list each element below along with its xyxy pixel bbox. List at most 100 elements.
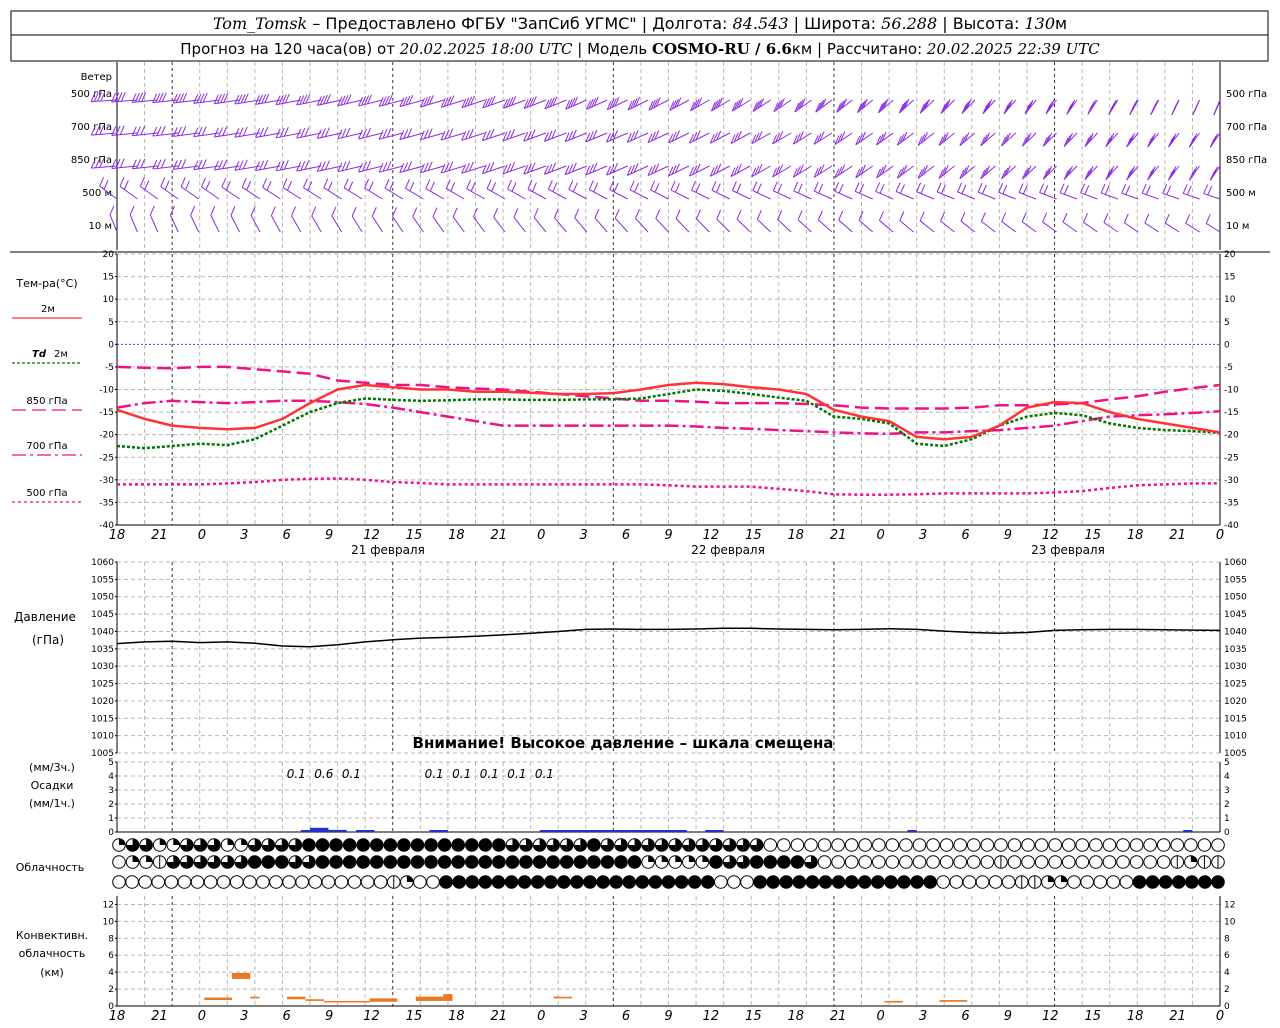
conv-tick-left: 12 — [103, 900, 114, 910]
cloud-cover-fill — [743, 838, 750, 852]
cloud-cover-symbol — [1093, 875, 1108, 889]
cloud-cover-fill — [261, 845, 269, 852]
cloud-cover-symbol — [763, 838, 778, 852]
precip-tick-left: 5 — [108, 758, 114, 768]
cloud-cover-fill — [702, 855, 709, 862]
cloud-cover-symbol — [369, 838, 384, 852]
cloud-cover-symbol — [275, 855, 289, 869]
axis-bottom-hour-label: 3 — [580, 1009, 588, 1024]
cloud-cover-symbol — [1007, 855, 1022, 869]
cloud-cover-symbol — [792, 875, 807, 889]
calc-time: 20.02.2025 22:39 UTC — [926, 40, 1100, 58]
cloud-cover-symbol — [1106, 875, 1121, 889]
conv-tick-left: 6 — [108, 951, 114, 961]
cloud-cover-symbol — [1158, 875, 1173, 889]
axis-bottom-hour-label: 12 — [703, 1009, 720, 1024]
cloud-cover-symbol — [1197, 838, 1212, 852]
precipitation-panel: 5 5 4 4 3 3 2 2 1 1 0 0 (мм/3ч.) Осадки (мм/1ч.) 0.1 0.6… — [29, 758, 1230, 838]
precip-tick-right: 4 — [1224, 772, 1230, 782]
axis-mid-hour-label: 9 — [325, 528, 333, 543]
cloud-cover-symbol — [1075, 855, 1090, 869]
cloud-cover-fill — [166, 862, 174, 869]
cloud-cover-symbol — [926, 838, 940, 852]
axis-mid-day-label: 22 февраля — [691, 543, 765, 557]
conv-cloud-segment — [553, 996, 572, 999]
axis-mid-hour-label: 12 — [363, 528, 380, 543]
temp-tick-left: -5 — [105, 363, 114, 373]
press-title: Давление — [14, 610, 76, 624]
cloud-cover-symbol — [112, 855, 126, 869]
cloud-cover-fill — [810, 855, 818, 869]
axis-bottom-hour-label: 21 — [830, 1009, 847, 1024]
cloud-cover-symbol — [1021, 855, 1035, 869]
cloud-cover-symbol — [530, 875, 545, 889]
wind-level-label-left: 500 гПа — [71, 89, 112, 100]
cloud-cover-symbol — [261, 855, 276, 869]
cloud-cover-symbol — [1129, 855, 1144, 869]
cloud-cover-fill — [512, 838, 519, 852]
cloud-cover-symbol — [962, 875, 977, 889]
lat-label: | Широта: — [789, 14, 882, 33]
cloud-cover-symbol — [356, 838, 371, 852]
cloud-cover-symbol — [1102, 838, 1117, 852]
cloud-cover-symbol — [885, 855, 900, 869]
header-line-2: Прогноз на 120 часа(ов) от 20.02.2025 18… — [180, 40, 1100, 58]
cloud-cover-fill — [661, 855, 669, 862]
cloud-cover-fill — [146, 855, 153, 862]
axis-mid-hour-label: 3 — [919, 528, 927, 543]
cloud-cover-fill — [634, 838, 641, 852]
conv-cloud-segment — [415, 996, 444, 1001]
temp-tick-right: 15 — [1224, 273, 1235, 283]
cloud-cover-symbol — [980, 838, 995, 852]
cloud-cover-symbol — [790, 855, 805, 869]
cloud-cover-fill — [715, 838, 723, 852]
cloud-cover-symbol — [1116, 838, 1130, 852]
wind-level-label-left: 700 гПа — [71, 122, 112, 133]
cloud-cover-symbol — [557, 875, 571, 889]
axis-mid-day-label: 21 февраля — [351, 543, 425, 557]
cloud-cover-symbol — [1198, 875, 1212, 889]
cloud-cover-fill — [539, 838, 546, 852]
cloud-cover-symbol — [727, 875, 741, 889]
cloud-cover-symbol — [505, 855, 520, 869]
temp-tick-left: -10 — [99, 386, 114, 396]
cloud-cover-symbol — [1129, 838, 1144, 852]
cloud-cover-fill — [661, 838, 668, 852]
cloud-cover-symbol — [844, 838, 859, 852]
cloud-cover-fill — [614, 845, 622, 852]
conv-tick-right: 0 — [1224, 1002, 1230, 1012]
precip-tick-right: 1 — [1224, 814, 1230, 824]
cloud-cover-symbol — [397, 838, 411, 852]
cloud-cover-symbol — [329, 855, 343, 869]
cloud-cover-fill — [268, 838, 275, 852]
cloud-cover-symbol — [714, 875, 728, 889]
axis-mid-hour-label: 18 — [787, 528, 804, 543]
precip-bar — [355, 830, 375, 832]
cloud-cover-fill — [641, 845, 649, 852]
cloud-cover-symbol — [177, 875, 192, 889]
axis-mid-hour-label: 6 — [961, 528, 969, 543]
cloud-cover-symbol — [885, 838, 900, 852]
cloud-cover-fill — [180, 845, 187, 852]
press-tick-right: 1045 — [1224, 610, 1247, 620]
pressure-warning: Внимание! Высокое давление – шкала смеще… — [413, 734, 834, 752]
cloud-cover-symbol — [910, 875, 924, 889]
cloud-cover-symbol — [884, 875, 898, 889]
cloud-cover-symbol — [559, 855, 574, 869]
axis-bottom-hour-label: 9 — [664, 1009, 672, 1024]
axis-bottom-hour-label: 18 — [1127, 1009, 1144, 1024]
precip-bar — [310, 827, 329, 832]
cloud-cover-symbol — [805, 875, 820, 889]
conv-tick-left: 8 — [108, 934, 114, 944]
cloud-cover-symbol — [1143, 855, 1157, 869]
cloud-cover-symbol — [546, 855, 560, 869]
cloud-cover-symbol — [356, 855, 371, 869]
cloud-cover-symbol — [1061, 855, 1076, 869]
cloud-cover-symbol — [410, 855, 425, 869]
precip-tick-left: 0 — [108, 828, 114, 838]
cloud-cover-symbol — [256, 875, 270, 889]
cloud-cover-fill — [675, 838, 682, 852]
cloud-cover-symbol — [766, 875, 780, 889]
cloud-cover-fill — [580, 838, 587, 852]
press-tick-left: 1055 — [91, 575, 114, 585]
